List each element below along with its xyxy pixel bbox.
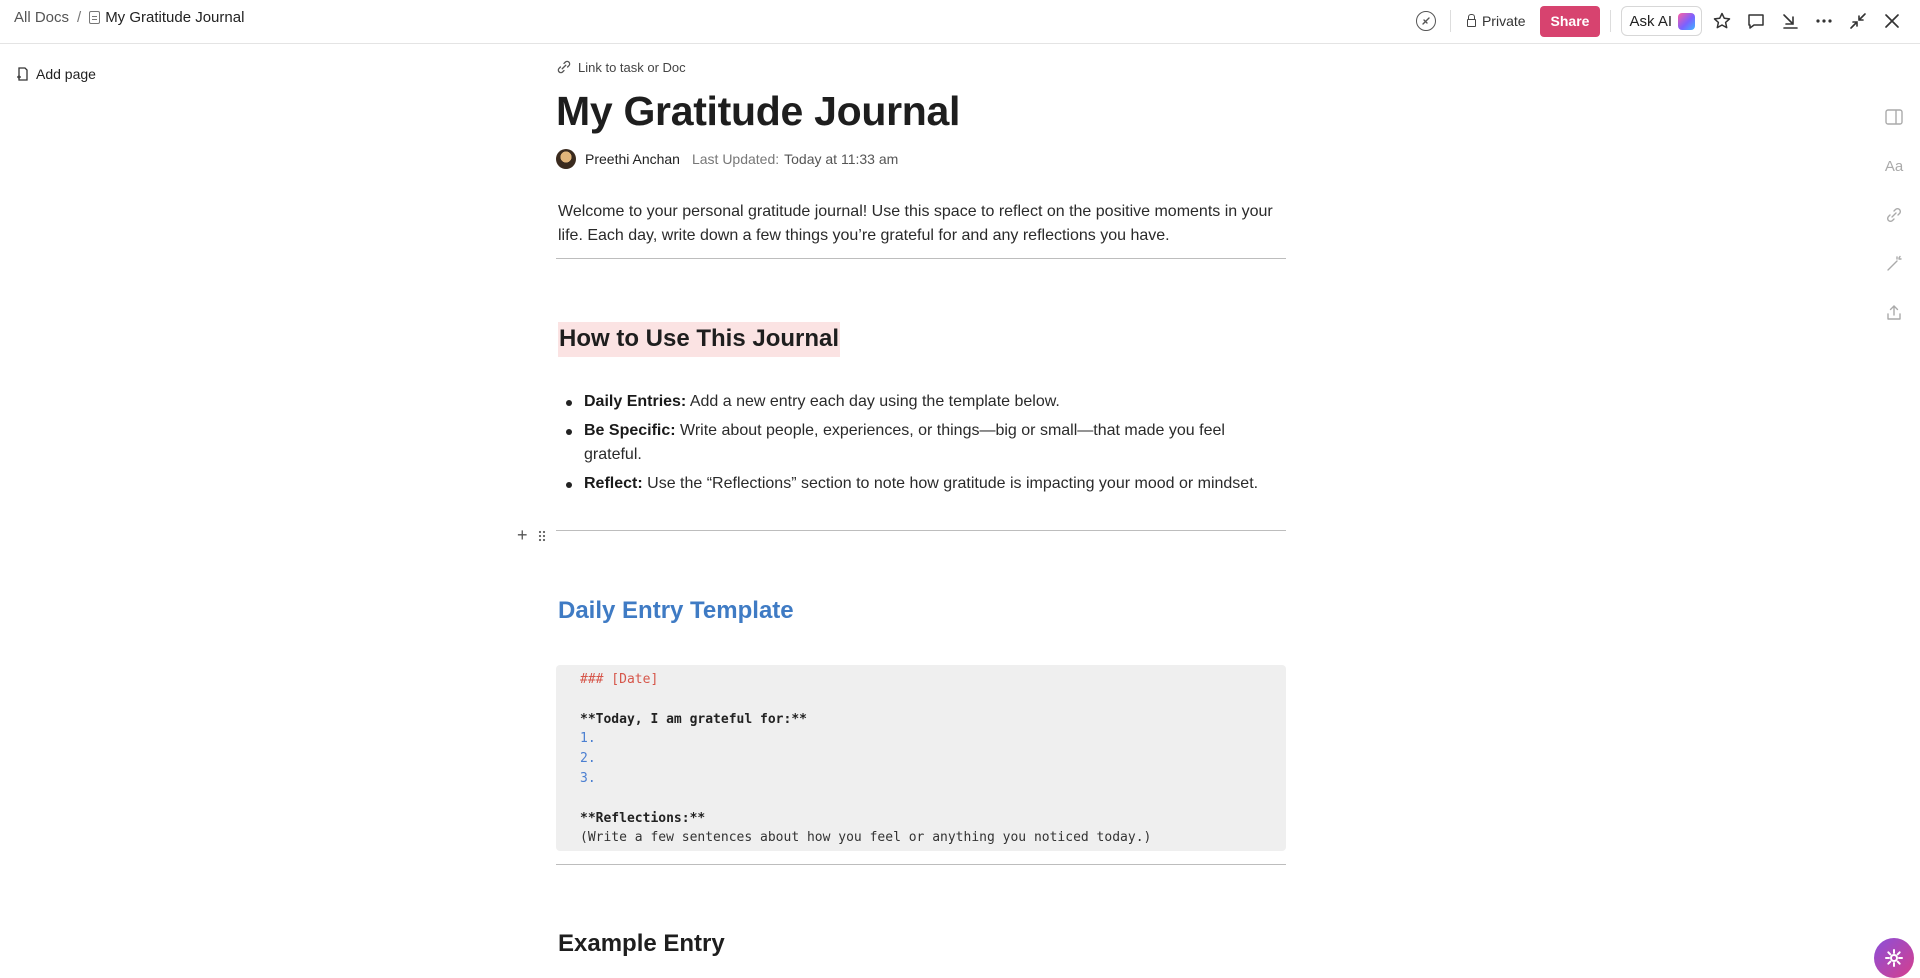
close-icon[interactable] <box>1878 7 1906 35</box>
link-icon <box>557 60 571 74</box>
breadcrumb-current-doc[interactable]: My Gratitude Journal <box>105 9 244 26</box>
section-heading-daily-entry-template[interactable]: Daily Entry Template <box>558 597 794 625</box>
doc-meta: Preethi Anchan Last Updated: Today at 11… <box>556 149 898 169</box>
document-icon <box>89 11 101 24</box>
gear-icon <box>1885 949 1903 967</box>
toolbar-divider <box>1449 10 1451 32</box>
right-rail: Aa <box>1884 107 1904 352</box>
instructions-list: Daily Entries: Add a new entry each day … <box>558 390 1282 501</box>
more-icon[interactable] <box>1810 7 1838 35</box>
magic-wand-icon[interactable] <box>1884 254 1904 274</box>
text-style-icon[interactable]: Aa <box>1884 156 1904 176</box>
code-line: **Today, I am grateful for:** <box>580 711 807 727</box>
private-label: Private <box>1481 13 1526 29</box>
drag-handle-icon[interactable] <box>537 529 546 542</box>
intro-paragraph[interactable]: Welcome to your personal gratitude journ… <box>558 200 1282 248</box>
list-item[interactable]: Reflect: Use the “Reflections” section t… <box>558 472 1282 496</box>
code-line: 1. <box>580 731 596 747</box>
share-button[interactable]: Share <box>1539 5 1601 37</box>
export-icon[interactable] <box>1884 303 1904 323</box>
lock-icon <box>1466 13 1476 27</box>
list-item[interactable]: Daily Entries: Add a new entry each day … <box>558 390 1282 414</box>
avatar[interactable] <box>556 149 576 169</box>
link-icon[interactable] <box>1884 205 1904 225</box>
breadcrumb: All Docs / My Gratitude Journal <box>14 9 244 26</box>
list-item-bold: Be Specific: <box>584 422 676 439</box>
add-page-label: Add page <box>36 66 96 82</box>
list-item[interactable]: Be Specific: Write about people, experie… <box>558 419 1282 467</box>
last-updated-value: Today at 11:33 am <box>784 151 899 167</box>
add-page-icon <box>17 67 28 81</box>
last-updated-label: Last Updated: <box>691 151 780 167</box>
page-title[interactable]: My Gratitude Journal <box>556 88 960 135</box>
link-to-task-label: Link to task or Doc <box>578 59 686 75</box>
panel-icon[interactable] <box>1884 107 1904 127</box>
private-button[interactable]: Private <box>1461 13 1532 29</box>
code-line: (Write a few sentences about how you fee… <box>580 830 1152 846</box>
star-icon[interactable] <box>1708 7 1736 35</box>
divider <box>556 864 1286 865</box>
code-line: 2. <box>580 751 596 767</box>
code-line: 3. <box>580 770 596 786</box>
ask-ai-button[interactable]: Ask AI <box>1621 6 1702 36</box>
comment-icon[interactable] <box>1742 7 1770 35</box>
divider <box>556 530 1286 531</box>
breadcrumb-all-docs[interactable]: All Docs <box>14 9 69 26</box>
top-bar: All Docs / My Gratitude Journal Private … <box>0 0 1920 44</box>
collapse-icon[interactable] <box>1844 7 1872 35</box>
divider <box>556 258 1286 259</box>
author-name[interactable]: Preethi Anchan <box>585 151 680 167</box>
list-item-text: Write about people, experiences, or thin… <box>584 422 1225 463</box>
add-block-icon[interactable]: + <box>517 525 528 546</box>
floating-action-button[interactable] <box>1874 938 1914 978</box>
toolbar-divider <box>1610 10 1612 32</box>
link-to-task-button[interactable]: Link to task or Doc <box>556 59 686 75</box>
block-handle: + <box>517 525 546 546</box>
tag-icon[interactable] <box>1412 7 1440 35</box>
list-item-bold: Daily Entries: <box>584 393 687 410</box>
ai-sparkle-icon <box>1678 12 1695 30</box>
code-line: **Reflections:** <box>580 810 706 826</box>
section-heading-how-to-use[interactable]: How to Use This Journal <box>558 322 841 357</box>
section-heading-example-entry[interactable]: Example Entry <box>558 930 725 958</box>
breadcrumb-separator: / <box>77 9 82 26</box>
code-line: ### [Date] <box>580 672 659 687</box>
download-icon[interactable] <box>1776 7 1804 35</box>
toolbar: Private Share Ask AI <box>1406 3 1906 39</box>
list-item-text: Use the “Reflections” section to note ho… <box>642 475 1259 492</box>
code-block[interactable]: ### [Date] **Today, I am grateful for:**… <box>556 665 1286 851</box>
add-page-button[interactable]: Add page <box>15 66 96 82</box>
ask-ai-label: Ask AI <box>1629 12 1672 30</box>
list-item-bold: Reflect: <box>584 475 643 492</box>
list-item-text: Add a new entry each day using the templ… <box>686 393 1060 410</box>
